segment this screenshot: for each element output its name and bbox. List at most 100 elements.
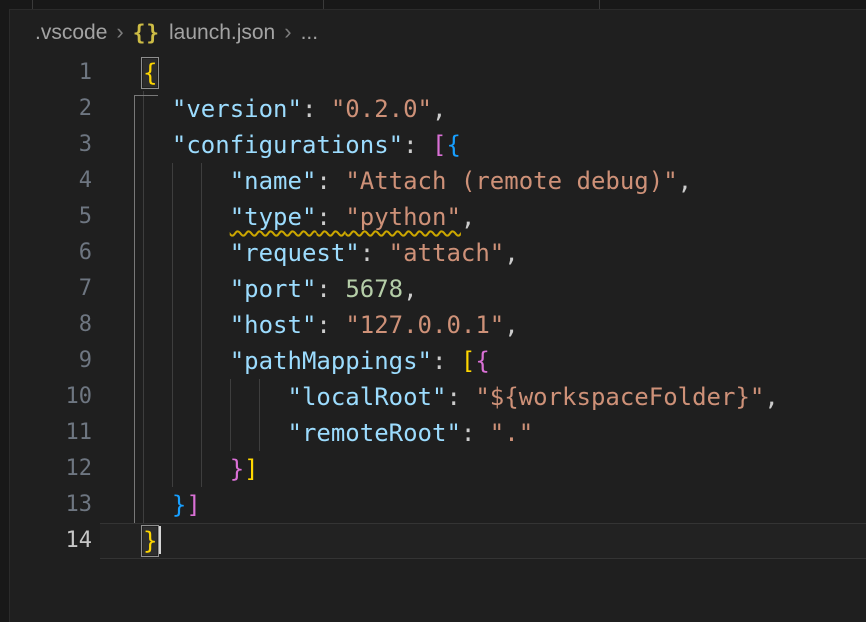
matched-bracket: } [143, 527, 157, 555]
code-token: : [461, 419, 490, 447]
code-token [143, 383, 288, 411]
line-number: 10 [9, 379, 92, 415]
line-number: 6 [9, 235, 92, 271]
code-token: : [432, 347, 461, 375]
matched-bracket: { [143, 59, 157, 87]
code-line-text: "configurations": [{ [143, 127, 461, 163]
code-line-text: { [143, 55, 157, 91]
breadcrumb-file[interactable]: launch.json [169, 21, 275, 45]
code-token [143, 347, 230, 375]
breadcrumb-symbol-more[interactable]: ... [301, 21, 319, 45]
line-number: 3 [9, 127, 92, 163]
code-line[interactable]: 14} [9, 523, 866, 559]
editor-code-area[interactable]: 1{2 "version": "0.2.0",3 "configurations… [9, 55, 866, 559]
code-token: "pathMappings" [230, 347, 432, 375]
code-token [143, 167, 230, 195]
code-line-text: "localRoot": "${workspaceFolder}", [143, 379, 779, 415]
code-line-text: "request": "attach", [143, 235, 519, 271]
line-number: 14 [9, 523, 92, 559]
code-token: , [461, 203, 475, 231]
code-token: [ [461, 347, 475, 375]
tab-divider [599, 0, 600, 9]
code-token: "python" [345, 203, 461, 231]
current-line-highlight [100, 523, 866, 559]
chevron-right-icon: › [284, 19, 291, 45]
active-bracket-pair-guide-foot [134, 95, 158, 96]
line-number: 13 [9, 487, 92, 523]
code-token: , [504, 239, 518, 267]
code-token: "host" [230, 311, 317, 339]
code-token: "version" [172, 95, 302, 123]
json-file-icon: {} [133, 21, 160, 45]
code-line[interactable]: 12 }] [9, 451, 866, 487]
tab-divider [323, 0, 324, 9]
text-cursor [159, 526, 161, 554]
breadcrumb: .vscode › {} launch.json › ... [35, 10, 318, 55]
vscode-editor-window: .vscode › {} launch.json › ... 1{2 "vers… [0, 0, 866, 622]
code-token [143, 203, 230, 231]
code-token: "attach" [389, 239, 505, 267]
breadcrumb-folder[interactable]: .vscode [35, 21, 107, 45]
code-line[interactable]: 4 "name": "Attach (remote debug)", [9, 163, 866, 199]
code-token: , [403, 275, 417, 303]
code-token [143, 131, 172, 159]
code-token: : [302, 95, 331, 123]
code-token: "request" [230, 239, 360, 267]
code-token [143, 239, 230, 267]
code-line-text: }] [143, 451, 259, 487]
code-line[interactable]: 7 "port": 5678, [9, 271, 866, 307]
tab-divider [32, 0, 33, 9]
code-token: "127.0.0.1" [345, 311, 504, 339]
code-token: } [230, 455, 244, 483]
code-line[interactable]: 10 "localRoot": "${workspaceFolder}", [9, 379, 866, 415]
code-token: "port" [230, 275, 317, 303]
code-token: ] [244, 455, 258, 483]
code-token: : [446, 383, 475, 411]
code-line[interactable]: 5 "type": "python", [9, 199, 866, 235]
code-token: "type" [230, 203, 317, 231]
code-token: "." [490, 419, 533, 447]
code-line-text: "remoteRoot": "." [143, 415, 533, 451]
code-token: "0.2.0" [331, 95, 432, 123]
code-line-text: "pathMappings": [{ [143, 343, 490, 379]
line-number: 1 [9, 55, 92, 91]
code-line[interactable]: 1{ [9, 55, 866, 91]
code-line[interactable]: 2 "version": "0.2.0", [9, 91, 866, 127]
code-token [143, 491, 172, 519]
code-token: "name" [230, 167, 317, 195]
code-token: : [316, 311, 345, 339]
code-line-text: } [143, 523, 161, 559]
code-line[interactable]: 6 "request": "attach", [9, 235, 866, 271]
code-line[interactable]: 8 "host": "127.0.0.1", [9, 307, 866, 343]
code-token: , [504, 311, 518, 339]
line-number: 12 [9, 451, 92, 487]
code-line-text: "port": 5678, [143, 271, 418, 307]
code-token: , [678, 167, 692, 195]
code-line[interactable]: 11 "remoteRoot": "." [9, 415, 866, 451]
code-token: : [316, 275, 345, 303]
code-line-text: "type": "python", [143, 199, 475, 235]
code-token: { [475, 347, 489, 375]
code-token [143, 419, 288, 447]
line-number: 7 [9, 271, 92, 307]
code-token: : [316, 167, 345, 195]
line-number: 4 [9, 163, 92, 199]
line-number: 2 [9, 91, 92, 127]
code-line[interactable]: 3 "configurations": [{ [9, 127, 866, 163]
line-number: 5 [9, 199, 92, 235]
code-line-text: "host": "127.0.0.1", [143, 307, 519, 343]
code-token: "remoteRoot" [288, 419, 461, 447]
code-line[interactable]: 13 }] [9, 487, 866, 523]
code-token: "configurations" [172, 131, 403, 159]
line-number: 8 [9, 307, 92, 343]
code-token: : [403, 131, 432, 159]
code-token [143, 275, 230, 303]
tab-bar-edge [0, 0, 866, 10]
code-line[interactable]: 9 "pathMappings": [{ [9, 343, 866, 379]
code-token: [ [432, 131, 446, 159]
code-token: 5678 [345, 275, 403, 303]
code-line-text: "version": "0.2.0", [143, 91, 446, 127]
code-token: ] [186, 491, 200, 519]
code-line-text: }] [143, 487, 201, 523]
code-token: "localRoot" [288, 383, 447, 411]
